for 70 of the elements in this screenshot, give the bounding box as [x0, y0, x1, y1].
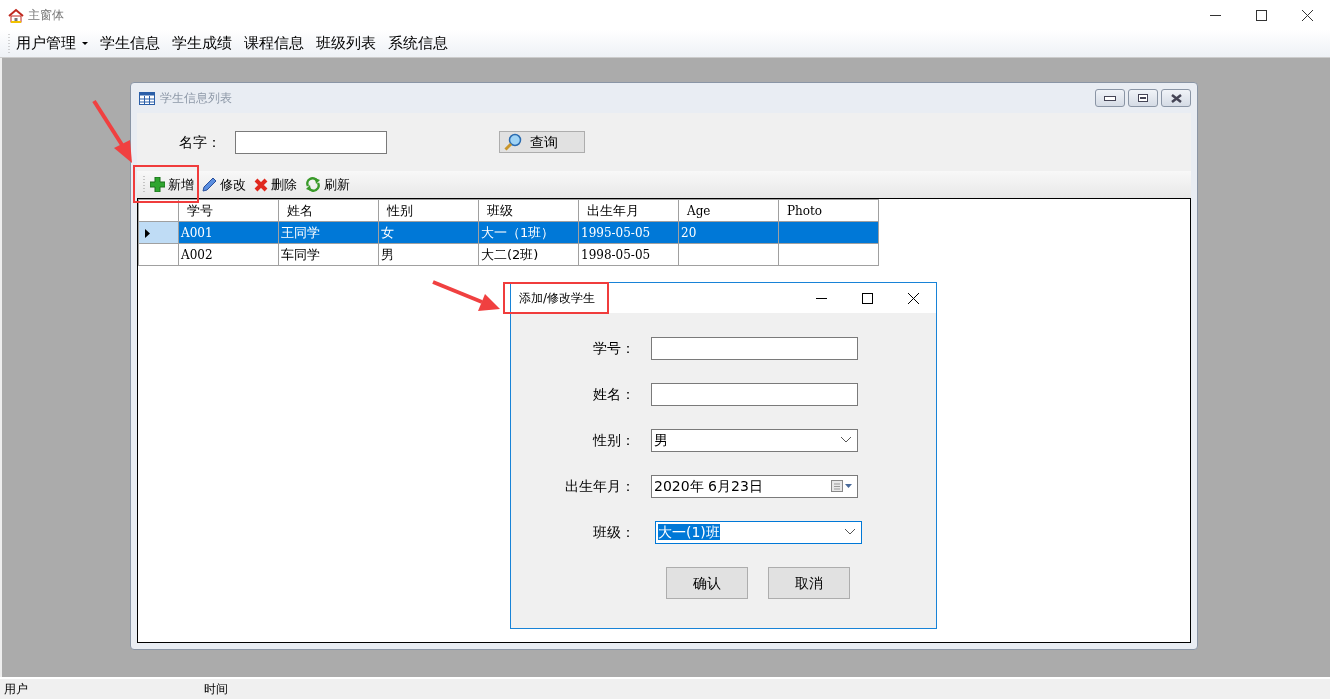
- minimize-icon: [815, 297, 827, 299]
- table-cell: A002: [178, 243, 279, 266]
- menu-item[interactable]: 系统信息: [382, 32, 454, 55]
- close-icon: [1301, 9, 1313, 21]
- text-input-field[interactable]: [651, 382, 858, 406]
- field-label: 班级：: [592, 522, 636, 542]
- dialog-button[interactable]: 确认: [666, 567, 748, 599]
- table-cell: 车同学: [278, 243, 379, 266]
- column-header[interactable]: 出生年月: [578, 199, 679, 222]
- minimize-button[interactable]: [1095, 89, 1125, 107]
- current-row-icon: [145, 228, 150, 238]
- toolbar-button[interactable]: 刷新: [302, 174, 353, 195]
- column-header[interactable]: 姓名: [278, 199, 379, 222]
- status-text: 用户: [4, 681, 29, 698]
- plus-icon: [150, 177, 165, 192]
- calendar-icon: [831, 480, 853, 492]
- table-icon: [139, 91, 155, 105]
- highlight-frame: [133, 165, 199, 203]
- annotation-arrow: [92, 99, 132, 163]
- close-button[interactable]: [1161, 89, 1191, 107]
- column-header[interactable]: 性别: [378, 199, 479, 222]
- menu-item[interactable]: 课程信息: [238, 32, 310, 55]
- child-window-title: 学生信息列表: [160, 90, 232, 107]
- restore-icon: [1138, 94, 1148, 102]
- magnifier-icon: [504, 133, 522, 151]
- row-header[interactable]: [138, 221, 179, 244]
- dialog-button[interactable]: 取消: [768, 567, 850, 599]
- field-label: 学号：: [592, 338, 636, 358]
- toolbar-button[interactable]: 删除: [251, 174, 300, 195]
- annotation-arrow: [432, 280, 500, 311]
- field-label: 名字：: [179, 132, 221, 152]
- menu-item[interactable]: 班级列表: [310, 32, 382, 55]
- cross-icon: [254, 177, 268, 192]
- column-header[interactable]: Age: [678, 199, 779, 222]
- refresh-icon: [305, 177, 321, 192]
- field-label: 性别：: [591, 430, 636, 450]
- toolbar-button[interactable]: 新增: [147, 174, 197, 195]
- minimize-icon: [1209, 14, 1221, 16]
- caret-icon: [82, 42, 88, 45]
- minimize-icon: [1104, 95, 1116, 101]
- menu-item[interactable]: 学生信息: [94, 32, 166, 55]
- table-cell: 1998-05-05: [578, 243, 679, 266]
- table-cell: 大二(2班): [478, 243, 579, 266]
- column-header[interactable]: 学号: [178, 199, 279, 222]
- name-input-field[interactable]: [235, 130, 387, 154]
- close-icon: [1170, 93, 1182, 103]
- house-icon: [8, 7, 24, 24]
- maximize-icon: [1255, 9, 1267, 21]
- column-header[interactable]: Photo: [778, 199, 879, 222]
- window-title: 主窗体: [28, 7, 64, 24]
- toolbar-button[interactable]: 修改: [199, 174, 249, 195]
- field-label: 出生年月：: [564, 476, 636, 496]
- dialog-title: 添加/修改学生: [519, 290, 596, 307]
- pencil-icon: [202, 177, 217, 192]
- menu-item[interactable]: 用户管理: [10, 32, 94, 55]
- restore-button[interactable]: [1128, 89, 1158, 107]
- dropdown-field[interactable]: 大一(1)班: [655, 520, 862, 544]
- status-text: 时间: [204, 681, 228, 698]
- menu-item[interactable]: 学生成绩: [166, 32, 238, 55]
- close-icon: [907, 292, 919, 304]
- table-cell: 男: [378, 243, 479, 266]
- date-picker-field[interactable]: 2020年 6月23日: [651, 474, 858, 498]
- field-label: 姓名：: [592, 384, 636, 404]
- query-button[interactable]: 查询: [499, 131, 585, 153]
- chevron-down-icon: [845, 529, 855, 535]
- dropdown-field[interactable]: 男: [651, 428, 858, 452]
- column-header[interactable]: 班级: [478, 199, 579, 222]
- text-input-field[interactable]: [651, 336, 858, 360]
- chevron-down-icon: [841, 437, 851, 443]
- maximize-icon: [861, 292, 873, 304]
